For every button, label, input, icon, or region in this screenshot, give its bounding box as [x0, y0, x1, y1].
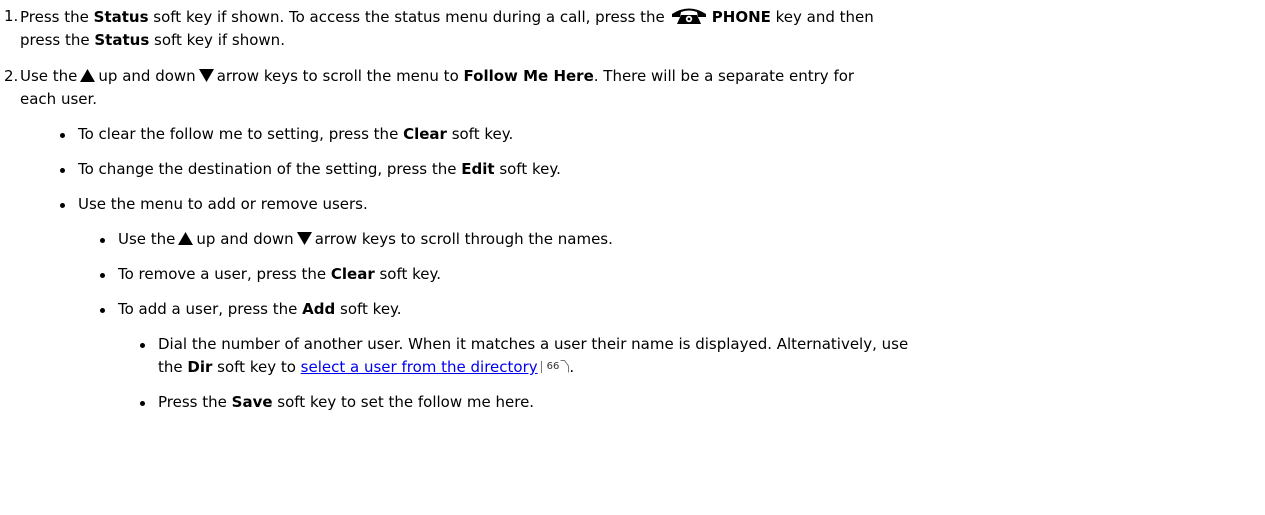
step-text: key and then: [770, 8, 874, 26]
down-arrow-icon: [198, 66, 214, 82]
bullet-icon: [60, 168, 65, 173]
list-item: To change the destination of the setting…: [20, 158, 1265, 181]
dir-key-label: Dir: [187, 358, 213, 376]
step-number: 1.: [4, 7, 19, 25]
option-list: To clear the follow me to setting, press…: [20, 123, 1265, 414]
list-item: To clear the follow me to setting, press…: [20, 123, 1265, 146]
save-key-label: Save: [231, 393, 273, 411]
list-item: Use the menu to add or remove users. Use…: [20, 193, 1265, 414]
step-text: arrow keys to scroll the menu to: [216, 67, 464, 85]
step-text: Press the: [20, 8, 94, 26]
bullet-icon: [140, 343, 145, 348]
list-item: Press the Save soft key to set the follo…: [20, 391, 1265, 414]
sub-sub-option-list: Dial the number of another user. When it…: [20, 333, 1265, 414]
clear-key-label: Clear: [330, 265, 375, 283]
follow-me-here-label: Follow Me Here: [463, 67, 594, 85]
step-text: Use the: [20, 67, 78, 85]
bullet-icon: [60, 133, 65, 138]
list-item: Use the up and down arrow keys to scroll t…: [20, 228, 1265, 251]
sub-option-list: Use the up and down arrow keys to scroll t…: [20, 228, 1265, 414]
document-body: 1. Press the Status soft key if shown. T…: [0, 0, 1265, 414]
phone-key-icon: [670, 5, 708, 25]
bullet-icon: [140, 401, 145, 406]
status-key-label: Status: [94, 31, 150, 49]
page-reference[interactable]: 66: [540, 360, 570, 373]
add-key-label: Add: [302, 300, 336, 318]
list-item: To remove a user, press the Clear soft k…: [20, 263, 1265, 286]
bullet-icon: [100, 238, 105, 243]
step-1: 1. Press the Status soft key if shown. T…: [0, 5, 1265, 52]
bullet-icon: [100, 273, 105, 278]
bullet-icon: [100, 308, 105, 313]
list-item: Dial the number of another user. When it…: [20, 333, 1265, 379]
directory-link[interactable]: select a user from the directory: [301, 358, 538, 376]
step-2: 2. Use the up and down arrow keys to scrol…: [0, 65, 1265, 414]
step-text: soft key if shown. To access the status …: [148, 8, 665, 26]
page-reference-icon: [560, 360, 570, 373]
step-text: each user.: [20, 90, 98, 108]
phone-key-label: PHONE: [711, 8, 771, 26]
page-number: 66: [546, 361, 560, 372]
step-text: . There will be a separate entry for: [593, 67, 855, 85]
step-text: soft key if shown.: [149, 31, 285, 49]
down-arrow-icon: [296, 229, 312, 245]
clear-key-label: Clear: [403, 125, 447, 143]
step-number: 2.: [4, 67, 19, 85]
step-text: up and down: [98, 67, 196, 85]
status-key-label: Status: [93, 8, 149, 26]
list-item: To add a user, press the Add soft key. D…: [20, 298, 1265, 414]
up-arrow-icon: [80, 66, 96, 82]
edit-key-label: Edit: [461, 160, 495, 178]
up-arrow-icon: [178, 229, 194, 245]
bullet-icon: [60, 203, 65, 208]
step-text: press the: [20, 31, 95, 49]
